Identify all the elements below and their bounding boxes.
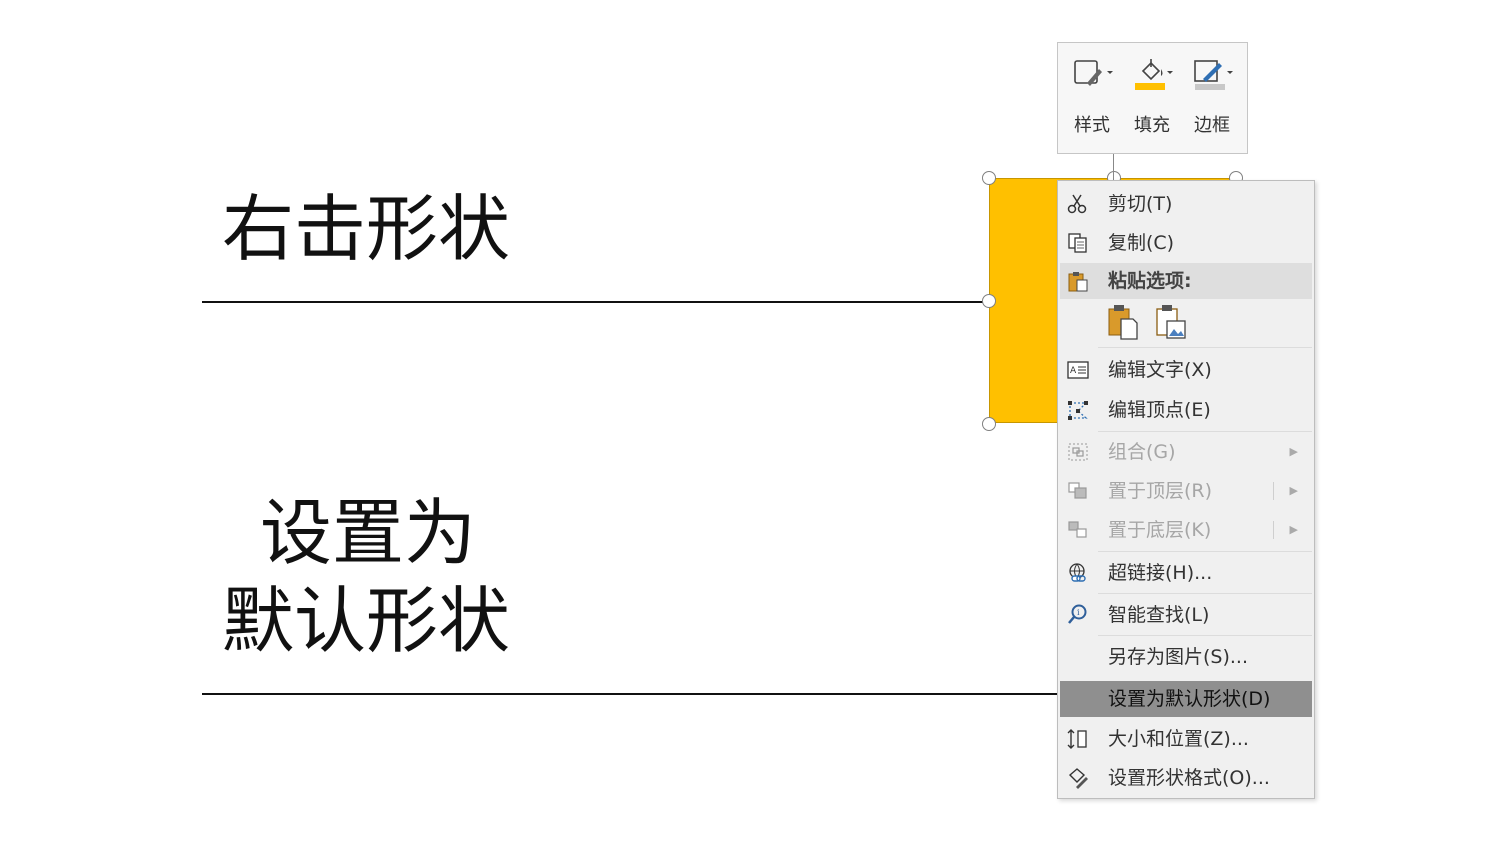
split-divider: [1273, 482, 1274, 500]
menu-item-set-default-shape[interactable]: 设置为默认形状(D): [1060, 681, 1312, 717]
menu-item-smart-lookup[interactable]: i 智能查找(L): [1060, 597, 1312, 633]
menu-label-size-position: 大小和位置(Z)...: [1108, 728, 1249, 750]
border-label: 边框: [1194, 115, 1230, 136]
menu-separator: [1098, 347, 1312, 348]
menu-label-format-shape: 设置形状格式(O)...: [1108, 767, 1270, 789]
smart-lookup-icon: i: [1068, 604, 1087, 624]
menu-item-copy[interactable]: 复制(C): [1060, 225, 1312, 261]
send-to-back-icon: [1068, 521, 1087, 538]
menu-item-hyperlink[interactable]: 超链接(H)...: [1060, 555, 1312, 591]
fill-button[interactable]: 填充: [1126, 53, 1178, 145]
fill-label: 填充: [1134, 115, 1170, 136]
edit-text-icon: A: [1067, 361, 1089, 379]
edit-points-icon: [1068, 401, 1088, 420]
size-position-icon: [1067, 729, 1087, 749]
menu-label-copy: 复制(C): [1108, 232, 1175, 254]
menu-separator: [1098, 635, 1312, 636]
menu-label-cut: 剪切(T): [1108, 193, 1173, 215]
clipboard-icon: [1068, 272, 1088, 292]
split-divider: [1273, 521, 1274, 539]
context-menu: 剪切(T) 复制(C) 粘贴选项: A 编辑文字(X) 编辑顶点(E) 组合(G…: [1057, 180, 1315, 799]
menu-label-save-as-picture: 另存为图片(S)...: [1108, 646, 1249, 668]
menu-item-save-as-picture[interactable]: 另存为图片(S)...: [1060, 639, 1312, 675]
scissors-icon: [1067, 194, 1087, 214]
divider-line-bottom: [202, 693, 1060, 695]
slide-text-set-as: 设置为: [260, 491, 477, 575]
style-label: 样式: [1074, 115, 1110, 136]
submenu-arrow-icon: ▶: [1289, 523, 1298, 536]
slide-text-default-shape: 默认形状: [222, 579, 511, 663]
menu-label-edit-text: 编辑文字(X): [1108, 359, 1212, 381]
format-shape-icon: [1068, 768, 1088, 789]
resize-handle-middle-left[interactable]: [982, 294, 996, 308]
menu-label-edit-points: 编辑顶点(E): [1108, 399, 1211, 421]
menu-separator: [1098, 593, 1312, 594]
svg-text:i: i: [1077, 608, 1080, 617]
resize-handle-top-left[interactable]: [982, 171, 996, 185]
menu-item-edit-text[interactable]: A 编辑文字(X): [1060, 352, 1312, 388]
menu-label-set-default-shape: 设置为默认形状(D): [1108, 688, 1271, 710]
paste-as-picture-icon[interactable]: [1154, 303, 1188, 341]
border-pen-icon: [1194, 60, 1233, 90]
menu-item-format-shape[interactable]: 设置形状格式(O)...: [1060, 760, 1312, 796]
border-button[interactable]: 边框: [1186, 53, 1238, 145]
menu-label-send-to-back: 置于底层(K): [1108, 519, 1212, 541]
menu-label-group: 组合(G): [1108, 441, 1176, 463]
menu-item-group[interactable]: 组合(G) ▶: [1060, 434, 1312, 470]
group-icon: [1068, 443, 1088, 461]
toolbar-connector: [1113, 154, 1114, 180]
fill-bucket-icon: [1135, 59, 1173, 90]
hyperlink-globe-icon: [1069, 563, 1086, 582]
menu-item-size-position[interactable]: 大小和位置(Z)...: [1060, 721, 1312, 757]
copy-icon: [1068, 233, 1087, 253]
paste-options-header: 粘贴选项:: [1060, 263, 1312, 299]
mini-toolbar: 样式 填充 边框: [1057, 42, 1248, 154]
divider-line-top: [202, 301, 991, 303]
menu-separator: [1098, 431, 1312, 432]
svg-text:A: A: [1070, 366, 1077, 376]
menu-label-hyperlink: 超链接(H)...: [1108, 562, 1213, 584]
paste-use-destination-icon[interactable]: [1106, 303, 1140, 341]
menu-item-edit-points[interactable]: 编辑顶点(E): [1060, 392, 1312, 428]
menu-item-send-to-back[interactable]: 置于底层(K) ▶: [1060, 512, 1312, 548]
menu-label-smart-lookup: 智能查找(L): [1108, 604, 1210, 626]
submenu-arrow-icon: ▶: [1289, 484, 1298, 497]
resize-handle-bottom-left[interactable]: [982, 417, 996, 431]
paste-options-label: 粘贴选项:: [1108, 270, 1192, 292]
slide-text-right-click: 右击形状: [222, 187, 511, 271]
bring-to-front-icon: [1068, 482, 1087, 499]
paste-options-row: [1106, 303, 1196, 343]
submenu-arrow-icon: ▶: [1289, 445, 1298, 458]
menu-separator: [1098, 551, 1312, 552]
menu-item-cut[interactable]: 剪切(T): [1060, 186, 1312, 222]
shape-style-icon: [1074, 60, 1113, 86]
menu-label-bring-to-front: 置于顶层(R): [1108, 480, 1213, 502]
style-button[interactable]: 样式: [1066, 53, 1118, 145]
menu-item-bring-to-front[interactable]: 置于顶层(R) ▶: [1060, 473, 1312, 509]
